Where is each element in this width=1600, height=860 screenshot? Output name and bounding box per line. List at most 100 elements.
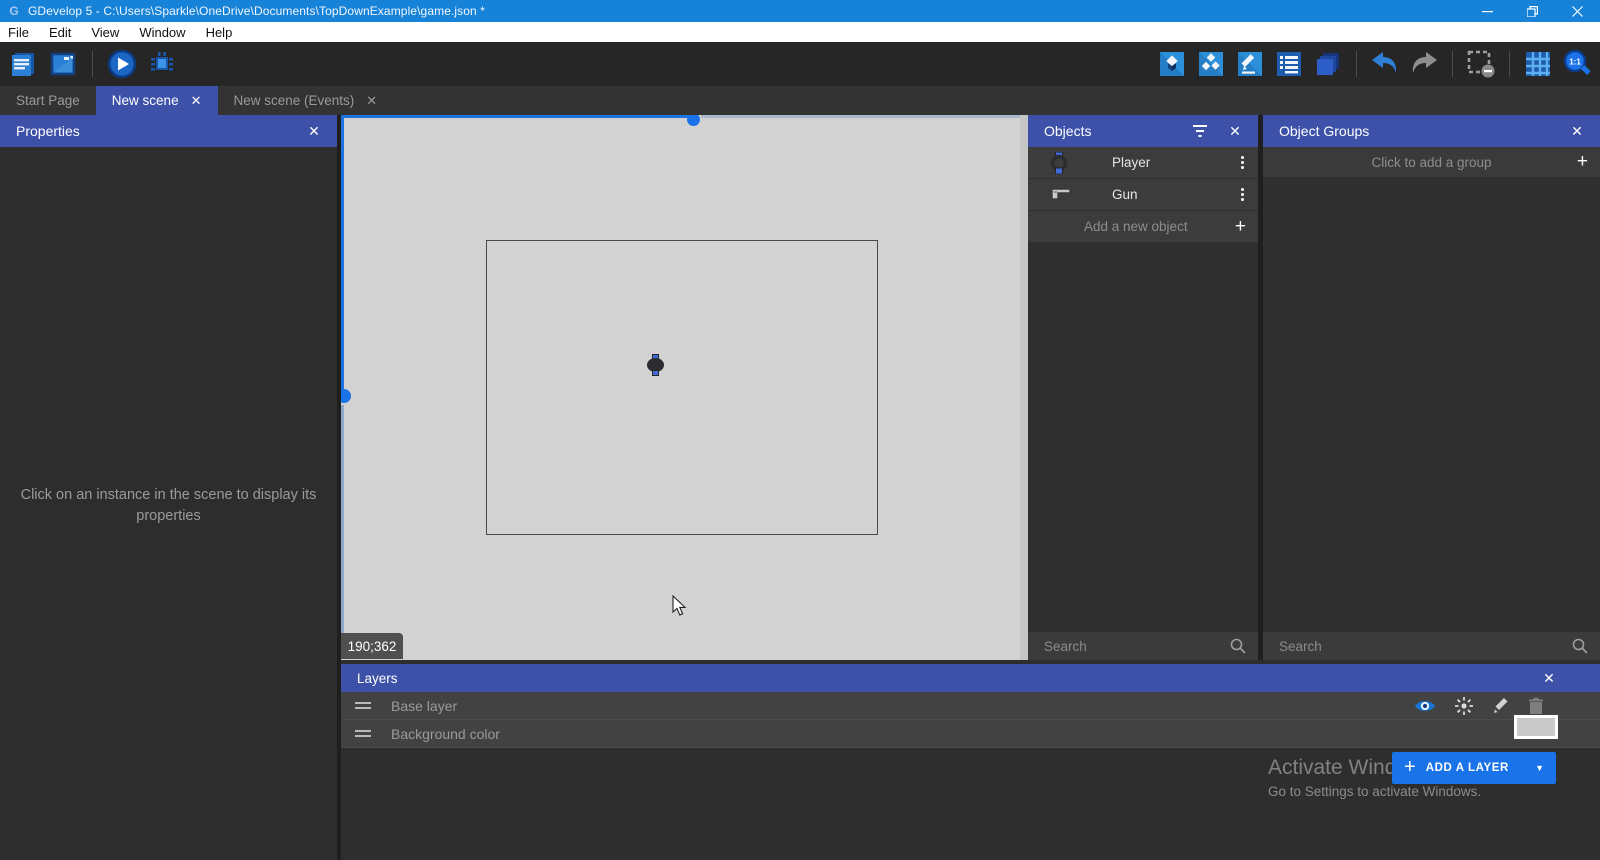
plus-icon[interactable]: + xyxy=(1577,151,1588,173)
vertical-scroll-track xyxy=(341,115,344,391)
grid-icon[interactable] xyxy=(1523,49,1553,79)
objects-title: Objects xyxy=(1044,123,1091,139)
menu-file[interactable]: File xyxy=(0,22,39,42)
tab-bar: Start Page New scene ✕ New scene (Events… xyxy=(0,86,1600,115)
close-icon xyxy=(1572,6,1583,17)
toolbar-left xyxy=(0,49,177,79)
object-groups-header: Object Groups ✕ xyxy=(1263,115,1600,147)
layer-name: Background color xyxy=(391,726,500,742)
debug-icon[interactable] xyxy=(147,49,177,79)
object-name: Player xyxy=(1112,155,1150,170)
restore-button[interactable] xyxy=(1510,0,1555,22)
close-icon[interactable]: ✕ xyxy=(1568,123,1586,140)
menu-help[interactable]: Help xyxy=(196,22,243,42)
minimize-icon xyxy=(1482,6,1493,17)
close-icon[interactable]: ✕ xyxy=(1226,123,1244,140)
close-icon[interactable]: ✕ xyxy=(305,123,323,140)
tab-label: New scene xyxy=(112,93,179,108)
main-area: Properties ✕ Click on an instance in the… xyxy=(0,115,1600,860)
layers-toolbar-icon[interactable] xyxy=(1313,49,1343,79)
object-groups-icon[interactable] xyxy=(1196,49,1226,79)
object-row-player[interactable]: Player xyxy=(1028,147,1258,178)
object-menu-icon[interactable] xyxy=(1241,156,1244,169)
add-object-row[interactable]: Add a new object + xyxy=(1028,211,1258,242)
layer-actions xyxy=(1414,696,1544,716)
menu-bar: File Edit View Window Help xyxy=(0,22,1600,42)
vertical-scroll-track xyxy=(341,405,344,633)
effects-icon[interactable] xyxy=(1454,696,1474,716)
layers-title: Layers xyxy=(357,671,398,686)
delete-trash-icon[interactable] xyxy=(1528,697,1544,715)
player-object-icon xyxy=(1050,152,1070,174)
filter-icon[interactable] xyxy=(1193,125,1208,137)
horizontal-scroll-track xyxy=(341,115,690,118)
add-layer-label: ADD A LAYER xyxy=(1426,762,1535,774)
toolbar-divider xyxy=(92,51,93,77)
tab-close-icon[interactable]: ✕ xyxy=(366,93,377,109)
menu-view[interactable]: View xyxy=(81,22,129,42)
background-color-swatch[interactable] xyxy=(1514,715,1558,739)
search-icon xyxy=(1572,638,1588,654)
tab-label: New scene (Events) xyxy=(234,93,355,108)
vertical-scroll-handle[interactable] xyxy=(341,389,351,403)
object-menu-icon[interactable] xyxy=(1241,188,1244,201)
player-instance[interactable] xyxy=(647,354,664,376)
add-object-label: Add a new object xyxy=(1084,219,1188,234)
chevron-down-icon[interactable]: ▼ xyxy=(1535,763,1544,773)
undo-icon[interactable] xyxy=(1370,49,1400,79)
horizontal-scroll-track xyxy=(701,115,1020,118)
object-row-gun[interactable]: Gun xyxy=(1028,179,1258,210)
drag-handle-icon[interactable] xyxy=(355,730,371,737)
tab-new-scene[interactable]: New scene ✕ xyxy=(96,86,218,115)
object-groups-search-input[interactable] xyxy=(1279,639,1572,654)
close-icon[interactable]: ✕ xyxy=(1540,670,1558,687)
add-group-row[interactable]: Click to add a group + xyxy=(1263,147,1600,177)
game-window-bounds xyxy=(486,240,878,535)
cursor-coordinates-badge: 190;362 xyxy=(341,633,403,659)
properties-edit-icon[interactable] xyxy=(1235,49,1265,79)
objects-search-input[interactable] xyxy=(1044,639,1230,654)
tab-close-icon[interactable]: ✕ xyxy=(191,93,202,109)
play-icon[interactable] xyxy=(107,49,137,79)
add-layer-button[interactable]: + ADD A LAYER ▼ xyxy=(1392,752,1556,784)
gdevelop-logo-icon: G xyxy=(6,4,22,18)
plus-icon[interactable]: + xyxy=(1235,216,1246,238)
tab-label: Start Page xyxy=(16,93,80,108)
gdevelop-window: G GDevelop 5 - C:\Users\Sparkle\OneDrive… xyxy=(0,0,1600,860)
toolbar: 1:1 xyxy=(0,42,1600,86)
instances-list-icon[interactable] xyxy=(1274,49,1304,79)
objects-search-bar[interactable] xyxy=(1028,632,1258,660)
canvas-scrollbar-strip[interactable] xyxy=(1020,115,1028,660)
redo-icon[interactable] xyxy=(1409,49,1439,79)
scene-window-icon[interactable] xyxy=(48,49,78,79)
project-manager-icon[interactable] xyxy=(8,49,38,79)
deselect-icon[interactable] xyxy=(1466,49,1496,79)
tab-new-scene-events[interactable]: New scene (Events) ✕ xyxy=(218,86,394,115)
menu-window[interactable]: Window xyxy=(129,22,195,42)
edit-pencil-icon[interactable] xyxy=(1492,697,1510,715)
properties-empty-message: Click on an instance in the scene to dis… xyxy=(0,485,337,527)
properties-panel: Properties ✕ Click on an instance in the… xyxy=(0,115,337,860)
toolbar-right: 1:1 xyxy=(1157,42,1592,86)
properties-title: Properties xyxy=(16,123,80,139)
close-button[interactable] xyxy=(1555,0,1600,22)
objects-editor-icon[interactable] xyxy=(1157,49,1187,79)
layers-header: Layers ✕ xyxy=(341,664,1600,692)
tab-start-page[interactable]: Start Page xyxy=(0,86,96,115)
zoom-1-1-icon[interactable]: 1:1 xyxy=(1562,49,1592,79)
watermark-line2: Go to Settings to activate Windows. xyxy=(1268,784,1481,799)
mouse-cursor xyxy=(672,595,688,617)
scene-canvas[interactable]: 190;362 xyxy=(341,115,1020,660)
object-groups-search-bar[interactable] xyxy=(1263,632,1600,660)
menu-edit[interactable]: Edit xyxy=(39,22,81,42)
minimize-button[interactable] xyxy=(1465,0,1510,22)
object-groups-panel: Object Groups ✕ Click to add a group + xyxy=(1263,115,1600,660)
horizontal-scroll-handle[interactable] xyxy=(687,115,700,126)
layer-row-base[interactable]: Base layer xyxy=(341,692,1600,720)
visibility-eye-icon[interactable] xyxy=(1414,698,1436,714)
add-group-label: Click to add a group xyxy=(1263,155,1600,170)
properties-header: Properties ✕ xyxy=(0,115,337,147)
window-title: GDevelop 5 - C:\Users\Sparkle\OneDrive\D… xyxy=(28,4,485,18)
drag-handle-icon[interactable] xyxy=(355,702,371,709)
layer-row-background[interactable]: Background color xyxy=(341,720,1600,748)
